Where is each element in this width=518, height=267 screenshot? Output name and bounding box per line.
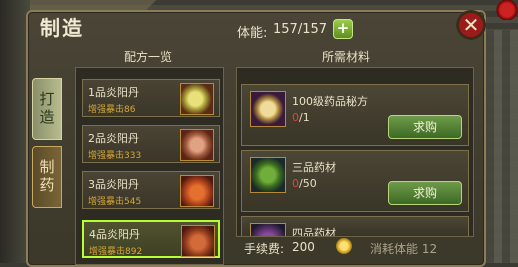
material-have: 0 <box>292 177 299 190</box>
pill-icon <box>181 225 215 257</box>
stamina-label: 体能: <box>237 26 268 41</box>
pill-icon <box>180 129 214 161</box>
lantern-decoration <box>496 0 518 20</box>
recipe-item[interactable]: 2品炎阳丹 增强暴击333 <box>82 125 220 163</box>
recipe-bonus: 增强暴击892 <box>89 247 143 257</box>
material-item: 三品药材 0/50 求购 <box>241 150 469 212</box>
tab-forge[interactable]: 打造 <box>32 78 62 140</box>
add-stamina-button[interactable]: + <box>333 19 353 39</box>
material-have: 0 <box>292 111 299 124</box>
material-name: 100级药品秘方 <box>292 95 368 108</box>
recipe-bonus: 增强暴击86 <box>88 105 136 115</box>
recipe-list-header: 配方一览 <box>124 50 173 64</box>
recipe-bonus: 增强暴击545 <box>88 197 142 207</box>
material-count: 0/1 <box>292 111 310 124</box>
recipe-name: 1品炎阳丹 <box>88 86 139 99</box>
recipe-bonus: 增强暴击333 <box>88 151 142 161</box>
material-need: /1 <box>299 111 310 124</box>
material-name: 四品药材 <box>292 227 336 236</box>
fee-label: 手续费: <box>244 242 285 256</box>
material-need: /50 <box>299 177 317 190</box>
herb-icon <box>250 157 286 193</box>
coin-icon <box>336 238 352 254</box>
fee-value: 200 <box>292 240 315 254</box>
material-item: 四品药材 <box>241 216 469 236</box>
stamina-cost-text: 消耗体能 12 <box>370 242 438 256</box>
tab-medicine[interactable]: 制药 <box>32 146 62 208</box>
material-item: 100级药品秘方 0/1 求购 <box>241 84 469 146</box>
recipe-item[interactable]: 3品炎阳丹 增强暴击545 <box>82 171 220 209</box>
pill-icon <box>180 83 214 115</box>
buy-button[interactable]: 求购 <box>388 181 462 205</box>
buy-button[interactable]: 求购 <box>388 115 462 139</box>
recipe-name: 2品炎阳丹 <box>88 132 139 145</box>
recipe-name: 3品炎阳丹 <box>88 178 139 191</box>
material-name: 三品药材 <box>292 161 336 174</box>
recipe-item-selected[interactable]: 4品炎阳丹 增强暴击892 <box>82 220 220 258</box>
stamina-value: 157/157 <box>273 22 328 37</box>
recipe-name: 4品炎阳丹 <box>89 228 140 241</box>
close-button[interactable]: ✕ <box>456 10 486 40</box>
material-count: 0/50 <box>292 177 317 190</box>
herb-icon <box>250 223 286 236</box>
panel-title: 制造 <box>40 16 84 40</box>
materials-header: 所需材料 <box>322 50 371 64</box>
recipe-item[interactable]: 1品炎阳丹 增强暴击86 <box>82 79 220 117</box>
pill-icon <box>180 175 214 207</box>
recipe-scroll-icon <box>250 91 286 127</box>
